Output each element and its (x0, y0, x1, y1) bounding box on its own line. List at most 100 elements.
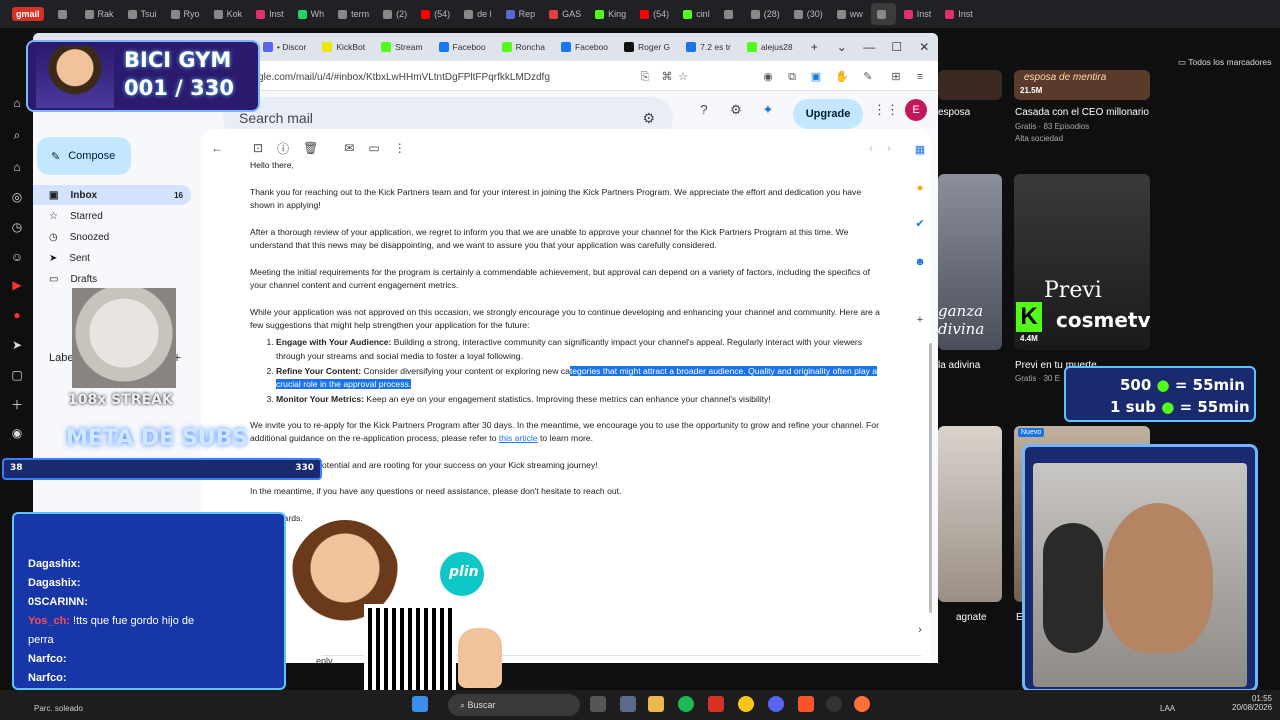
app-icon[interactable] (620, 696, 636, 712)
card-title[interactable]: la adivina (938, 360, 980, 371)
apps-grid-icon[interactable]: ⋮⋮ (873, 101, 899, 119)
weather-widget[interactable]: Parc. soleado (34, 704, 83, 713)
avatar[interactable]: ◉ (10, 426, 24, 440)
browser-tab[interactable]: Tsui (122, 3, 163, 25)
window-tab[interactable]: Faceboo (431, 33, 494, 61)
browser-tab[interactable]: Kok (208, 3, 249, 25)
card-title[interactable]: agnate (956, 612, 987, 623)
window-tab[interactable]: • Discor (255, 33, 314, 61)
language-indicator[interactable]: LAA (1160, 704, 1175, 713)
delete-icon[interactable]: 🗑 (303, 141, 318, 155)
poster-thumbnail[interactable]: esposa de mentira 21.5M (1014, 70, 1150, 100)
extensions-puzzle-icon[interactable]: ⊞ (889, 70, 903, 84)
tasks-icon[interactable]: ✔ (913, 217, 927, 231)
install-icon[interactable]: ⎘ (638, 70, 652, 84)
poster-thumbnail[interactable] (938, 70, 1002, 100)
account-avatar[interactable]: E (905, 99, 927, 121)
window-tab[interactable]: Stream (373, 33, 430, 61)
send-icon[interactable]: ➤ (10, 338, 24, 352)
poster-thumbnail[interactable] (938, 426, 1002, 602)
new-tab-button[interactable]: + (801, 40, 828, 54)
window-tab[interactable]: Faceboo (553, 33, 616, 61)
more-options-icon[interactable]: ⋮ (394, 141, 406, 155)
gemini-icon[interactable]: ✦ (759, 101, 777, 119)
close-window-button[interactable]: ✕ (911, 40, 938, 54)
add-icon[interactable]: ＋ (10, 398, 24, 412)
app-icon[interactable] (708, 696, 724, 712)
maximize-button[interactable]: ☐ (883, 40, 910, 54)
sidebar-item[interactable]: ➤ Sent (33, 248, 191, 268)
bookmarks-folder[interactable]: ▭ Todos los marcadores (1178, 57, 1271, 68)
window-tab[interactable]: 7.2 es tr (678, 33, 739, 61)
upgrade-button[interactable]: Upgrade (793, 99, 863, 129)
record-icon[interactable]: ● (10, 308, 24, 322)
browser-tab[interactable]: (54) (415, 3, 456, 25)
youtube-icon[interactable]: ▶ (10, 278, 24, 292)
extension-icon[interactable]: ⧉ (785, 70, 799, 84)
window-tab[interactable]: Roger G (616, 33, 678, 61)
card-title[interactable]: esposa (938, 107, 970, 118)
browser-tab[interactable]: Inst (250, 3, 290, 25)
window-tab[interactable]: Roncha (494, 33, 553, 61)
extension-icon[interactable]: ▣ (809, 70, 823, 84)
firefox-icon[interactable] (854, 696, 870, 712)
browser-tab[interactable]: de l (458, 3, 498, 25)
browser-tab[interactable]: cinl (677, 3, 716, 25)
browser-tab[interactable] (870, 3, 896, 25)
taskbar-search[interactable]: ⌕ Buscar (448, 694, 580, 716)
menu-icon[interactable]: ≡ (913, 70, 927, 84)
sidebar-item[interactable]: ▣ Inbox 16 (33, 185, 191, 205)
extension-icon[interactable]: ✎ (861, 70, 875, 84)
browser-tab[interactable]: Ryo (165, 3, 206, 25)
search-icon[interactable]: ⌕ (10, 128, 24, 142)
sidebar-item[interactable]: ☆ Starred (33, 206, 191, 226)
clock[interactable]: 01:55 20/08/2026 (1232, 694, 1272, 712)
spotify-icon[interactable] (678, 696, 694, 712)
search-input[interactable]: Search mail (239, 110, 313, 126)
file-explorer-icon[interactable] (648, 696, 664, 712)
back-arrow-icon[interactable]: ← (211, 141, 223, 155)
qr-code-image[interactable] (364, 604, 456, 694)
expand-panel-icon[interactable]: › (913, 623, 927, 637)
browser-tab[interactable]: (2) (377, 3, 413, 25)
window-tab[interactable]: KickBot (314, 33, 373, 61)
tab-search-icon[interactable]: ⌄ (828, 40, 855, 54)
browser-tab[interactable] (718, 3, 743, 25)
report-spam-icon[interactable]: ⓘ (277, 140, 289, 157)
help-icon[interactable]: ? (695, 101, 713, 119)
home-icon[interactable]: ⌂ (10, 96, 24, 110)
reply-button[interactable]: eply (316, 656, 333, 663)
app-icon[interactable] (738, 696, 754, 712)
browser-tab[interactable] (52, 3, 77, 25)
keep-icon[interactable]: ● (913, 181, 927, 195)
minimize-button[interactable]: — (856, 40, 883, 54)
search-options-icon[interactable]: ⚙ (642, 110, 655, 127)
browser-tab[interactable]: (28) (745, 3, 786, 25)
archive-icon[interactable]: ⊡ (253, 141, 263, 155)
browser-tab[interactable]: term (332, 3, 375, 25)
translate-icon[interactable]: ⌘ (660, 70, 674, 84)
calendar-icon[interactable]: ▦ (913, 143, 927, 157)
mark-unread-icon[interactable]: ✉ (344, 141, 354, 155)
browser-tab[interactable]: Rep (500, 3, 542, 25)
task-view-icon[interactable] (590, 696, 606, 712)
compass-icon[interactable]: ◎ (10, 190, 24, 204)
add-addon-icon[interactable]: + (913, 313, 927, 327)
discord-icon[interactable] (768, 696, 784, 712)
sidebar-item[interactable]: ▭ Drafts (33, 269, 191, 289)
browser-tab[interactable]: Wh (292, 3, 331, 25)
settings-gear-icon[interactable]: ⚙ (727, 101, 745, 119)
browser-tab[interactable]: (30) (788, 3, 829, 25)
extension-icon[interactable]: ✋ (835, 70, 849, 84)
windows-start-icon[interactable] (412, 696, 428, 712)
browser-tab[interactable]: King (589, 3, 632, 25)
compose-button[interactable]: ✎ Compose (37, 137, 131, 175)
browser-tab[interactable]: Rak (79, 3, 120, 25)
card-title[interactable]: Casada con el CEO millonario (1015, 107, 1149, 118)
article-link[interactable]: this article (499, 433, 538, 443)
account-icon[interactable]: ◉ (761, 70, 775, 84)
newer-icon[interactable]: ‹ (869, 141, 873, 155)
older-icon[interactable]: › (887, 141, 891, 155)
browser-tab[interactable]: Inst (898, 3, 938, 25)
chat-icon[interactable]: ▢ (10, 368, 24, 382)
